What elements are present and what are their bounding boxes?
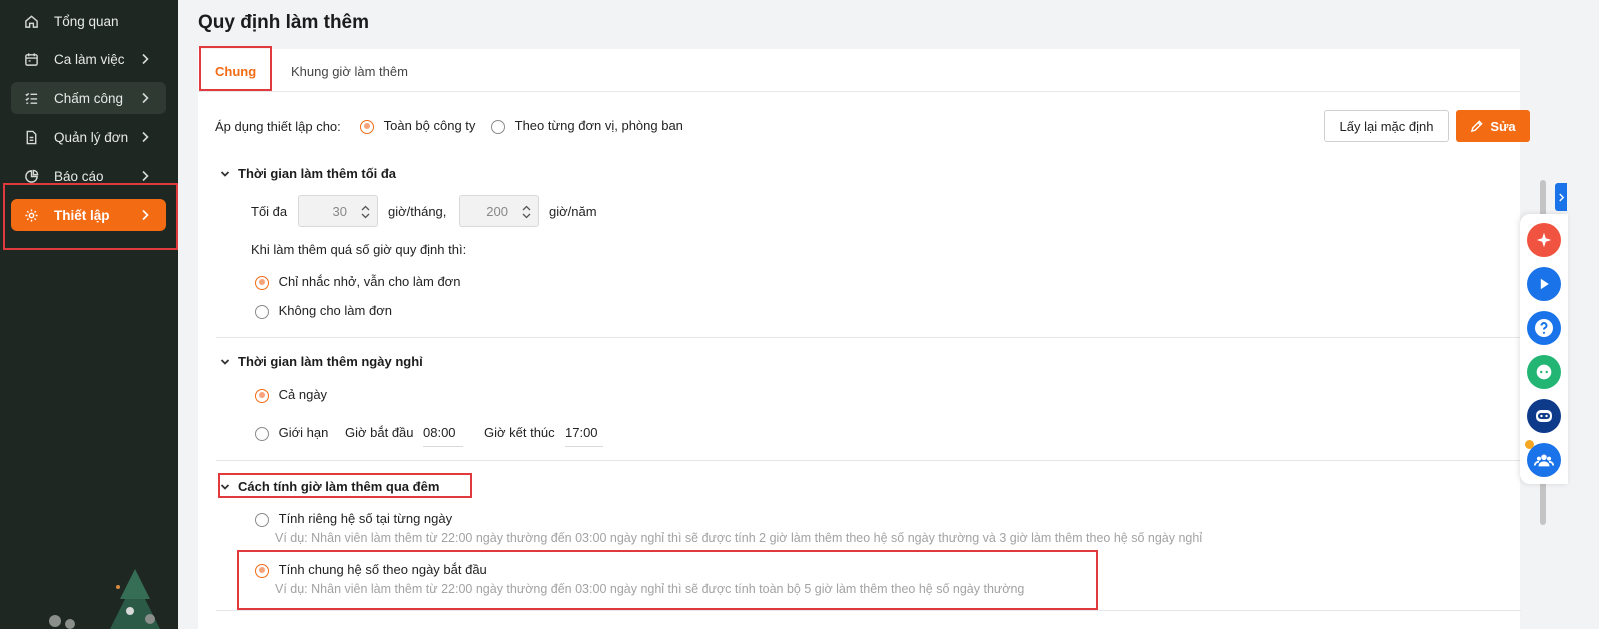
section-max-overtime[interactable]: Thời gian làm thêm tối đa <box>220 166 396 181</box>
radio-all-day[interactable] <box>255 388 269 403</box>
stepper-icon[interactable] <box>361 204 370 220</box>
help-icon <box>1535 319 1553 337</box>
chat-button[interactable] <box>1527 355 1561 389</box>
apply-option-department[interactable]: Theo từng đơn vị, phòng ban <box>491 118 683 134</box>
overnight-option-separate[interactable]: Tính riêng hệ số tại từng ngày <box>255 511 452 527</box>
chat-icon <box>1536 364 1552 380</box>
home-icon <box>23 13 39 29</box>
radio-separate[interactable] <box>255 512 269 527</box>
sidebar-item-label: Tổng quan <box>54 13 119 29</box>
pie-chart-icon <box>23 168 39 184</box>
overnight-option-combined[interactable]: Tính chung hệ số theo ngày bắt đầu <box>255 562 487 578</box>
checklist-icon <box>23 90 39 106</box>
sidebar: Tổng quan Ca làm việc Chấm công Quản lý … <box>0 0 178 629</box>
section-holiday-overtime[interactable]: Thời gian làm thêm ngày nghỉ <box>220 354 423 369</box>
group-icon <box>1533 454 1555 467</box>
max-prefix-label: Tối đa <box>251 204 288 219</box>
chevron-right-icon <box>138 91 152 105</box>
floating-toolbar <box>1520 214 1568 484</box>
exceed-option-block[interactable]: Không cho làm đơn <box>255 303 392 319</box>
stepper-icon[interactable] <box>522 204 531 220</box>
decorative-tree-icon <box>49 569 160 629</box>
apply-option-company[interactable]: Toàn bộ công ty <box>360 118 475 134</box>
chevron-right-icon <box>138 52 152 66</box>
pencil-icon <box>1471 119 1483 132</box>
radio-combined[interactable] <box>255 563 269 578</box>
robot-icon <box>1536 410 1552 422</box>
play-video-button[interactable] <box>1527 267 1561 301</box>
sidebar-item-requests[interactable]: Quản lý đơn <box>11 121 166 153</box>
play-icon <box>1540 278 1549 290</box>
end-time-input[interactable]: 17:00 <box>565 425 603 447</box>
tab-overtime-frames[interactable]: Khung giờ làm thêm <box>291 64 408 79</box>
sidebar-item-label: Quản lý đơn <box>54 129 129 145</box>
ai-sparkle-button[interactable] <box>1527 223 1561 257</box>
section-overnight-overtime[interactable]: Cách tính giờ làm thêm qua đêm <box>220 479 439 494</box>
tab-active-indicator <box>204 89 268 91</box>
document-icon <box>23 129 39 145</box>
chevron-down-icon <box>220 483 230 490</box>
chevron-right-icon <box>138 130 152 144</box>
month-hours-input[interactable]: 30 <box>298 195 378 227</box>
exceed-option-remind[interactable]: Chỉ nhắc nhở, vẫn cho làm đơn <box>255 274 460 290</box>
radio-department[interactable] <box>491 119 505 134</box>
gear-icon <box>23 207 39 223</box>
sidebar-item-label: Thiết lập <box>54 207 110 223</box>
edit-button[interactable]: Sửa <box>1456 110 1530 142</box>
tab-bar: Chung Khung giờ làm thêm <box>198 49 1520 92</box>
sidebar-item-label: Báo cáo <box>54 168 104 184</box>
bot-button[interactable] <box>1527 399 1561 433</box>
year-unit-label: giờ/năm <box>549 204 597 219</box>
chevron-right-icon <box>138 169 152 183</box>
page-title: Quy định làm thêm <box>198 12 370 33</box>
notification-dot <box>1525 440 1534 449</box>
sparkle-icon <box>1536 232 1552 248</box>
divider <box>216 610 1521 611</box>
start-time-label: Giờ bắt đầu <box>345 425 414 440</box>
reset-default-button[interactable]: Lấy lại mặc định <box>1324 110 1449 142</box>
collapse-panel-button[interactable] <box>1555 183 1567 211</box>
tab-general[interactable]: Chung <box>215 64 256 79</box>
radio-remind[interactable] <box>255 275 269 290</box>
radio-block[interactable] <box>255 304 269 319</box>
sidebar-item-overview[interactable]: Tổng quan <box>11 5 166 37</box>
sidebar-item-reports[interactable]: Báo cáo <box>11 160 166 192</box>
chevron-down-icon <box>220 170 230 177</box>
overnight-hint-combined: Ví dụ: Nhân viên làm thêm từ 22:00 ngày … <box>275 582 1025 596</box>
year-hours-input[interactable]: 200 <box>459 195 539 227</box>
sidebar-item-shifts[interactable]: Ca làm việc <box>11 43 166 75</box>
chevron-right-icon <box>138 208 152 222</box>
month-unit-label: giờ/tháng, <box>388 204 447 219</box>
radio-company[interactable] <box>360 119 374 134</box>
sidebar-item-label: Chấm công <box>54 90 124 106</box>
holiday-option-all-day[interactable]: Cả ngày <box>255 387 327 403</box>
divider <box>216 460 1521 461</box>
help-button[interactable] <box>1527 311 1561 345</box>
overnight-hint-separate: Ví dụ: Nhân viên làm thêm từ 22:00 ngày … <box>275 531 1203 545</box>
sidebar-item-attendance[interactable]: Chấm công <box>11 82 166 114</box>
settings-card: Chung Khung giờ làm thêm Áp dụng thiết l… <box>198 49 1530 629</box>
divider <box>216 337 1521 338</box>
apply-label: Áp dụng thiết lập cho: <box>215 119 341 134</box>
exceed-label: Khi làm thêm quá số giờ quy định thì: <box>251 242 467 257</box>
holiday-option-limit[interactable]: Giới hạn <box>255 425 328 441</box>
chevron-down-icon <box>220 358 230 365</box>
calendar-icon <box>23 51 39 67</box>
start-time-input[interactable]: 08:00 <box>423 425 463 447</box>
sidebar-item-label: Ca làm việc <box>54 51 125 67</box>
chevron-right-icon <box>1558 193 1564 201</box>
end-time-label: Giờ kết thúc <box>484 425 555 440</box>
sidebar-item-settings[interactable]: Thiết lập <box>11 199 166 231</box>
radio-limit[interactable] <box>255 426 269 441</box>
